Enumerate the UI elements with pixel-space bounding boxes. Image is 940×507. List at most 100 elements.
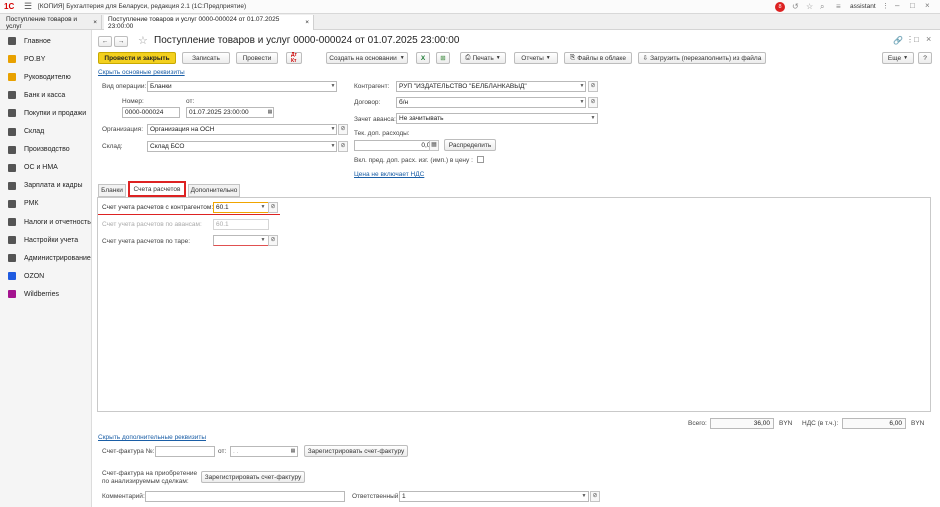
close-icon[interactable]: × bbox=[925, 1, 930, 10]
sidebar-item[interactable]: OZON bbox=[0, 268, 92, 284]
chevron-down-icon[interactable]: ▼ bbox=[259, 235, 267, 246]
cloud-files-button[interactable]: ⎘ Файлы в облаке bbox=[564, 52, 632, 64]
sidebar-item[interactable]: Настройки учета bbox=[0, 232, 92, 248]
excel-icon[interactable]: X bbox=[416, 52, 430, 64]
register-invoice-2-button[interactable]: Зарегистрировать счет-фактуру bbox=[201, 471, 305, 483]
include-costs-checkbox[interactable] bbox=[477, 156, 484, 163]
window-tab-label: Поступление товаров и услуг 0000-000024 … bbox=[108, 15, 280, 30]
open-link-icon[interactable]: ⊘ bbox=[588, 97, 598, 108]
vat-excluded-link[interactable]: Цена не включает НДС bbox=[354, 171, 424, 178]
responsible-field[interactable]: 1 bbox=[399, 491, 589, 502]
vat-field: 6,00 bbox=[842, 418, 906, 429]
chevron-down-icon[interactable]: ▼ bbox=[589, 113, 597, 124]
reports-button[interactable]: Отчеты ▼ bbox=[514, 52, 558, 64]
minimize-icon[interactable]: – bbox=[895, 1, 899, 10]
post-and-close-button[interactable]: Провести и закрыть bbox=[98, 52, 176, 64]
forward-button[interactable]: → bbox=[114, 36, 128, 47]
structure-icon[interactable]: ⊞ bbox=[436, 52, 450, 64]
sidebar-item[interactable]: Производство bbox=[0, 142, 92, 158]
sidebar-item[interactable]: Wildberries bbox=[0, 286, 92, 302]
settings-icon[interactable]: ⋮ bbox=[882, 2, 889, 10]
notification-badge[interactable]: 8 bbox=[775, 2, 785, 12]
back-button[interactable]: ← bbox=[98, 36, 112, 47]
chevron-down-icon[interactable]: ▼ bbox=[329, 141, 337, 152]
open-link-icon[interactable]: ⊘ bbox=[268, 202, 278, 213]
tab-accounts[interactable]: Счета расчетов bbox=[128, 181, 186, 197]
dt-kt-icon[interactable]: Дт Кт bbox=[286, 52, 302, 64]
user-icon[interactable]: ≡ bbox=[836, 2, 841, 11]
open-link-icon[interactable]: ⊘ bbox=[338, 141, 348, 152]
post-button[interactable]: Провести bbox=[236, 52, 278, 64]
sidebar-item[interactable]: ОС и НМА bbox=[0, 160, 92, 176]
maximize-icon[interactable]: □ bbox=[910, 1, 915, 10]
create-based-on-button[interactable]: Создать на основании ▼ bbox=[326, 52, 408, 64]
link-icon[interactable]: 🔗 bbox=[893, 36, 903, 45]
window-tab-list[interactable]: Поступление товаров и услуг × bbox=[2, 15, 102, 30]
help-button[interactable]: ? bbox=[918, 52, 932, 64]
date-field[interactable]: 01.07.2025 23:00:00 bbox=[186, 107, 274, 118]
register-invoice-button[interactable]: Зарегистрировать счет-фактуру bbox=[304, 445, 408, 457]
chevron-down-icon[interactable]: ▼ bbox=[259, 202, 267, 213]
invoice-date-field[interactable]: . . bbox=[230, 446, 298, 457]
chevron-down-icon[interactable]: ▼ bbox=[580, 491, 588, 502]
sidebar-item[interactable]: Налоги и отчетность bbox=[0, 214, 92, 230]
chevron-down-icon[interactable]: ▼ bbox=[578, 81, 586, 92]
sidebar-item[interactable]: Зарплата и кадры bbox=[0, 178, 92, 194]
invoice-number-field[interactable] bbox=[155, 446, 215, 457]
chevron-down-icon[interactable]: ▼ bbox=[329, 81, 337, 92]
counterparty-field[interactable]: РУП "ИЗДАТЕЛЬСТВО "БЕЛБЛАНКАВЫД" bbox=[396, 81, 586, 92]
calendar-icon[interactable]: ▦ bbox=[289, 446, 297, 457]
contractor-account-label: Счет учета расчетов с контрагентом: bbox=[102, 204, 214, 211]
star-icon[interactable]: ☆ bbox=[806, 2, 813, 11]
organization-field[interactable]: Организация на ОСН bbox=[147, 124, 337, 135]
sidebar-item[interactable]: Администрирование bbox=[0, 250, 92, 266]
sidebar-item[interactable]: Покупки и продажи bbox=[0, 105, 92, 121]
save-button[interactable]: Записать bbox=[182, 52, 230, 64]
extra-costs-field[interactable]: 0,00 bbox=[354, 140, 438, 151]
close-icon[interactable]: × bbox=[305, 19, 309, 26]
load-from-file-button[interactable]: ⇩ Загрузить (перезаполнить) из файла bbox=[638, 52, 766, 64]
close-icon[interactable]: × bbox=[93, 19, 97, 26]
operation-type-field[interactable]: Бланки bbox=[147, 81, 337, 92]
advance-account-field: 60.1 bbox=[213, 219, 269, 230]
sidebar-item[interactable]: Главное bbox=[0, 33, 92, 49]
window-maximize-icon[interactable]: □ bbox=[914, 35, 919, 44]
open-link-icon[interactable]: ⊘ bbox=[588, 81, 598, 92]
comment-field[interactable] bbox=[145, 491, 345, 502]
number-field[interactable]: 0000-000024 bbox=[122, 107, 180, 118]
more-actions-icon[interactable]: ⋮ bbox=[906, 35, 914, 44]
user-name[interactable]: assistant bbox=[850, 3, 876, 10]
favorite-star-icon[interactable]: ☆ bbox=[138, 34, 148, 47]
open-link-icon[interactable]: ⊘ bbox=[338, 124, 348, 135]
window-close-icon[interactable]: × bbox=[926, 34, 931, 44]
window-tab-document[interactable]: Поступление товаров и услуг 0000-000024 … bbox=[104, 15, 314, 30]
open-link-icon[interactable]: ⊘ bbox=[590, 491, 600, 502]
open-link-icon[interactable]: ⊘ bbox=[268, 235, 278, 246]
sidebar-item[interactable]: Руководителю bbox=[0, 69, 92, 85]
sidebar-item[interactable]: РМК bbox=[0, 196, 92, 212]
print-button[interactable]: ⎙ Печать ▼ bbox=[460, 52, 506, 64]
sidebar-item[interactable]: Склад bbox=[0, 124, 92, 140]
sidebar-item[interactable]: PO.BY bbox=[0, 51, 92, 67]
history-icon[interactable]: ↺ bbox=[792, 2, 799, 11]
advance-offset-field[interactable]: Не зачитывать bbox=[396, 113, 598, 124]
tab-blanks[interactable]: Бланки bbox=[98, 184, 126, 197]
car-icon bbox=[8, 163, 16, 172]
calendar-icon[interactable]: ▦ bbox=[266, 107, 274, 118]
hide-main-requisites-link[interactable]: Скрыть основные реквизиты bbox=[98, 69, 185, 76]
search-icon[interactable]: ⌕ bbox=[820, 2, 824, 12]
contract-field[interactable]: б/н bbox=[396, 97, 586, 108]
more-button[interactable]: Еще ▼ bbox=[882, 52, 914, 64]
menu-icon[interactable]: ☰ bbox=[24, 1, 32, 12]
hide-extra-requisites-link[interactable]: Скрыть дополнительные реквизиты bbox=[98, 434, 206, 441]
tare-account-label: Счет учета расчетов по таре: bbox=[102, 238, 191, 245]
cloud-files-label: Файлы в облаке bbox=[577, 54, 626, 62]
chevron-down-icon[interactable]: ▼ bbox=[329, 124, 337, 135]
warehouse-field[interactable]: Склад БСО bbox=[147, 141, 337, 152]
chevron-down-icon: ▼ bbox=[903, 55, 909, 61]
distribute-button[interactable]: Распределить bbox=[444, 139, 496, 151]
sidebar-item[interactable]: Банк и касса bbox=[0, 87, 92, 103]
tab-additional[interactable]: Дополнительно bbox=[188, 184, 240, 197]
calculator-icon[interactable]: ▦ bbox=[429, 140, 439, 151]
chevron-down-icon[interactable]: ▼ bbox=[578, 97, 586, 108]
